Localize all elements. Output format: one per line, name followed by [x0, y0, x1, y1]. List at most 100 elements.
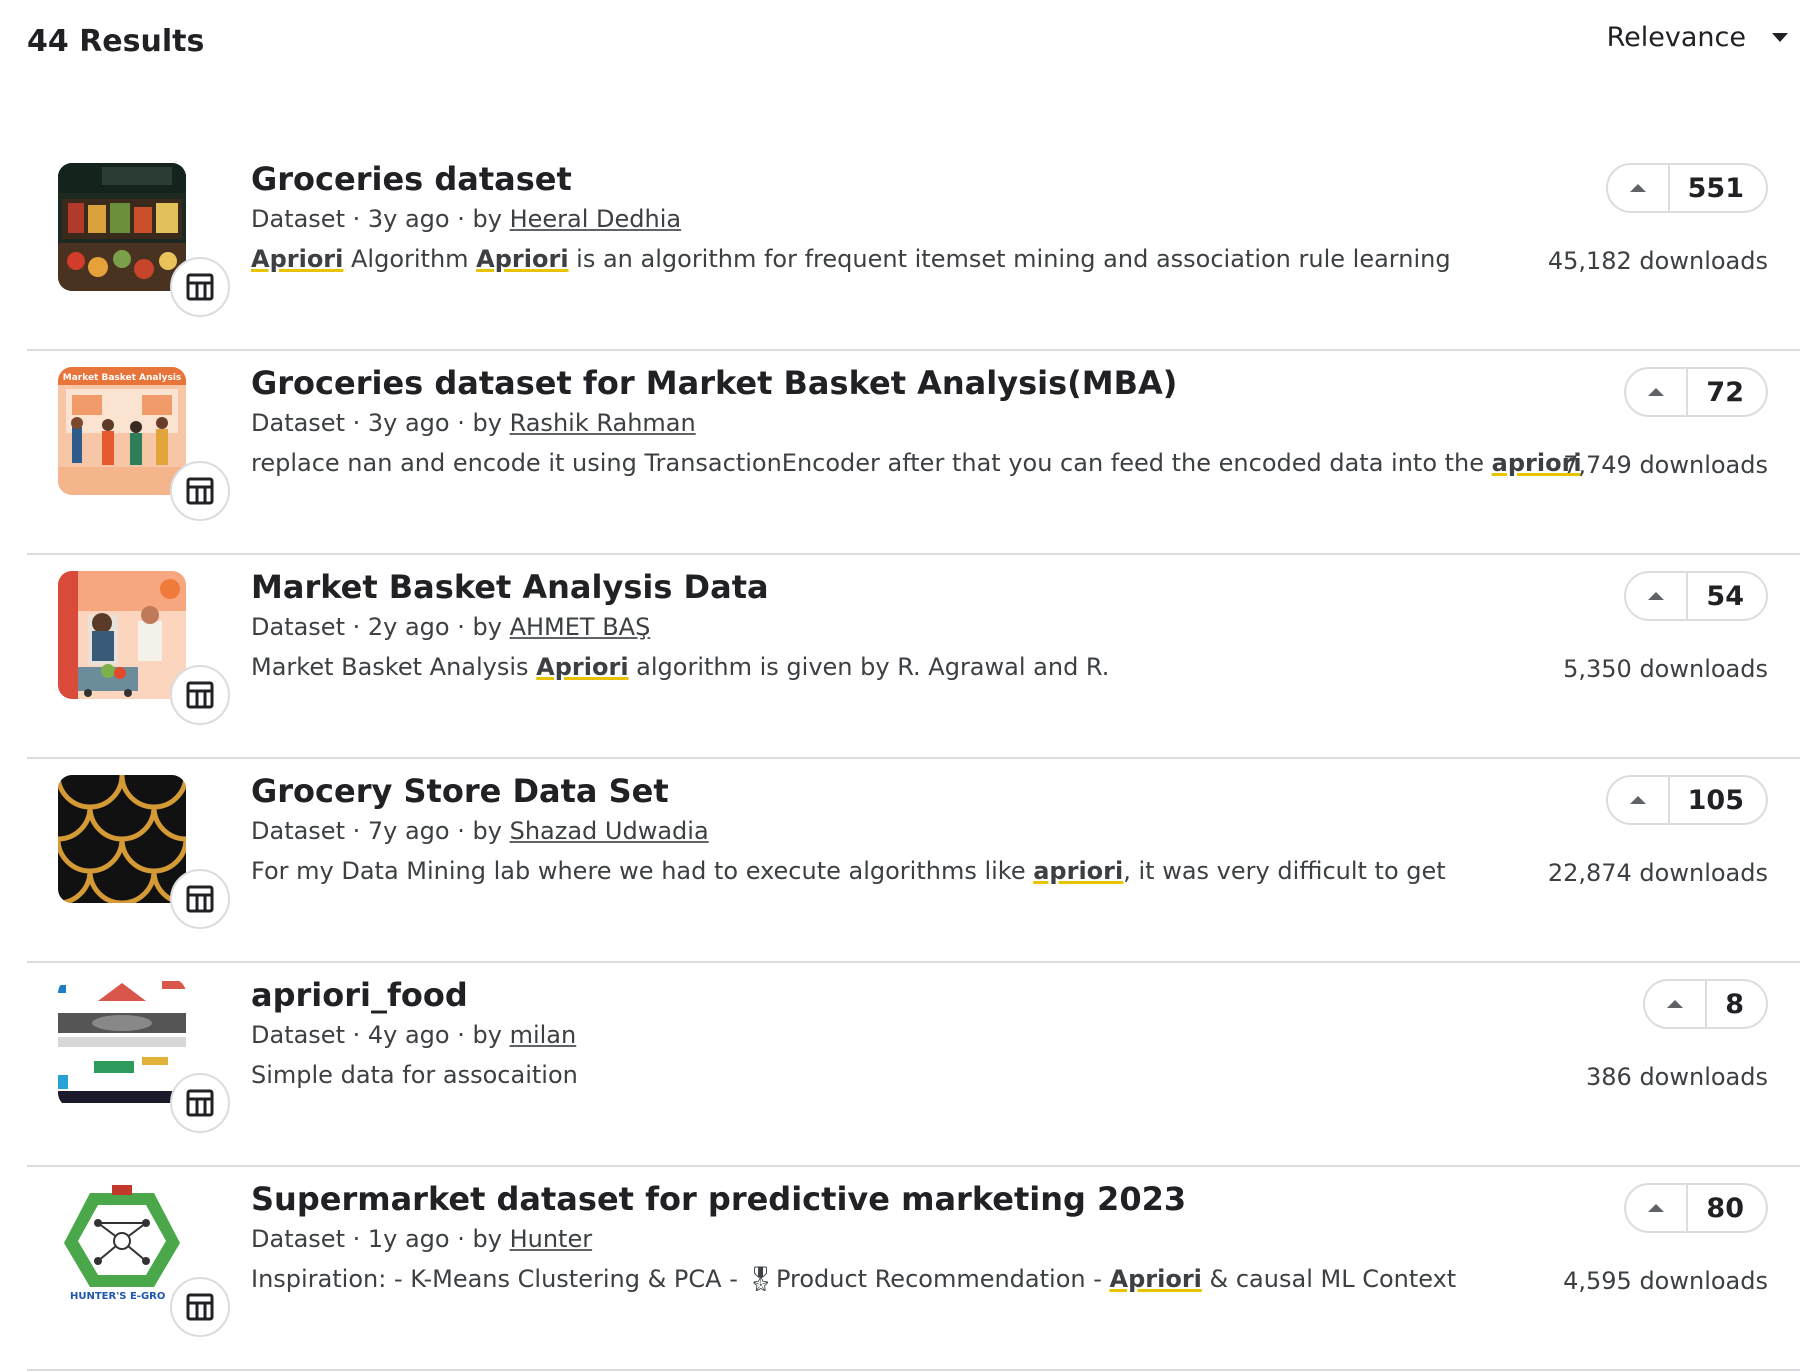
result-thumbnail[interactable]	[58, 979, 230, 1133]
result-thumbnail[interactable]	[58, 163, 230, 317]
search-results-page: 44 Results Relevance Groceries dataset Da…	[0, 0, 1815, 1371]
result-content: Groceries dataset Dataset · 3y ago · by H…	[251, 159, 1551, 279]
table-icon	[170, 257, 230, 317]
result-row[interactable]: Grocery Store Data Set Dataset · 7y ago ·…	[27, 759, 1800, 963]
result-age: 1y ago	[367, 1225, 450, 1253]
result-description: Apriori Algorithm Apriori is an algorith…	[251, 239, 1551, 279]
author-link[interactable]: Hunter	[510, 1225, 593, 1253]
result-description: replace nan and encode it using Transact…	[251, 443, 1582, 483]
download-count: 5,350 downloads	[1563, 655, 1768, 683]
result-type: Dataset	[251, 409, 345, 437]
result-type: Dataset	[251, 205, 345, 233]
result-by-label: by	[472, 409, 502, 437]
result-by-label: by	[472, 205, 502, 233]
result-row[interactable]: Market Basket Analysis Data Dataset · 2y …	[27, 555, 1800, 759]
vote-count: 8	[1725, 988, 1744, 1020]
result-row[interactable]: HUNTER'S E-GRO Supermarket dataset for pr…	[27, 1167, 1800, 1371]
result-content: Market Basket Analysis Data Dataset · 2y …	[251, 567, 1551, 687]
result-row[interactable]: Groceries dataset Dataset · 3y ago · by H…	[27, 147, 1800, 351]
result-by-label: by	[472, 817, 502, 845]
result-row[interactable]: Market Basket Analysis Groceries dataset …	[27, 351, 1800, 555]
result-title[interactable]: Supermarket dataset for predictive marke…	[251, 1179, 1551, 1219]
download-count: 4,595 downloads	[1563, 1267, 1768, 1295]
download-count: 22,874 downloads	[1547, 859, 1768, 887]
hunters-egrocery-logo-icon: HUNTER'S E-GRO	[58, 1183, 186, 1311]
result-title[interactable]: Groceries dataset for Market Basket Anal…	[251, 363, 1551, 403]
result-thumbnail[interactable]: Market Basket Analysis	[58, 367, 230, 521]
caret-up-icon	[1629, 184, 1646, 192]
description-text: Simple data for assocaition	[251, 1061, 578, 1089]
author-link[interactable]: Shazad Udwadia	[510, 817, 709, 845]
description-text: Inspiration: - K-Means Clustering & PCA …	[251, 1265, 746, 1293]
result-age: 7y ago	[367, 817, 450, 845]
result-age: 4y ago	[367, 1021, 450, 1049]
result-row[interactable]: apriori_food Dataset · 4y ago · by milan S…	[27, 963, 1800, 1167]
result-description: For my Data Mining lab where we had to e…	[251, 851, 1551, 891]
upvote-widget: 72	[1624, 367, 1768, 417]
download-count: 7,749 downloads	[1563, 451, 1768, 479]
result-thumbnail[interactable]	[58, 775, 230, 929]
food-collage-icon	[58, 979, 186, 1107]
table-icon	[170, 1073, 230, 1133]
result-title[interactable]: Groceries dataset	[251, 159, 1551, 199]
description-text: , it was very difficult to get	[1123, 857, 1446, 885]
author-link[interactable]: Heeral Dedhia	[510, 205, 682, 233]
result-by-label: by	[472, 1021, 502, 1049]
result-meta: Dataset · 1y ago · by Hunter	[251, 1225, 593, 1253]
author-link[interactable]: Rashik Rahman	[510, 409, 696, 437]
result-description: Simple data for assocaition	[251, 1055, 1551, 1095]
vote-count: 105	[1687, 784, 1744, 816]
results-header: 44 Results Relevance	[0, 0, 1815, 100]
table-icon	[170, 1277, 230, 1337]
sort-dropdown[interactable]: Relevance	[1607, 22, 1788, 53]
description-text: algorithm is given by R. Agrawal and R.	[628, 653, 1110, 681]
author-link[interactable]: milan	[510, 1021, 577, 1049]
result-meta: Dataset · 7y ago · by Shazad Udwadia	[251, 817, 709, 845]
upvote-button[interactable]	[1645, 981, 1708, 1027]
description-text: Market Basket Analysis	[251, 653, 537, 681]
result-by-label: by	[472, 1225, 502, 1253]
caret-up-icon	[1648, 1204, 1665, 1212]
download-count: 386 downloads	[1586, 1063, 1768, 1091]
upvote-widget: 105	[1605, 775, 1768, 825]
result-type: Dataset	[251, 817, 345, 845]
upvote-button[interactable]	[1626, 1185, 1689, 1231]
upvote-widget: 54	[1624, 571, 1768, 621]
caret-up-icon	[1648, 592, 1665, 600]
search-term-highlight: apriori	[1033, 857, 1124, 885]
description-text: Algorithm	[343, 245, 477, 273]
result-age: 2y ago	[367, 613, 450, 641]
vote-count: 551	[1687, 172, 1744, 204]
table-icon	[170, 461, 230, 521]
svg-text:Market Basket Analysis: Market Basket Analysis	[63, 373, 182, 383]
result-title[interactable]: apriori_food	[251, 975, 1551, 1015]
upvote-button[interactable]	[1608, 165, 1670, 211]
result-type: Dataset	[251, 613, 345, 641]
upvote-button[interactable]	[1608, 777, 1670, 823]
table-icon	[170, 665, 230, 725]
vote-count: 72	[1706, 376, 1744, 408]
sort-label: Relevance	[1606, 22, 1746, 53]
caret-up-icon	[1629, 796, 1646, 804]
result-meta: Dataset · 4y ago · by milan	[251, 1021, 577, 1049]
result-description: Market Basket Analysis Apriori algorithm…	[251, 647, 1551, 687]
author-link[interactable]: AHMET BAŞ	[510, 613, 651, 641]
result-description: Inspiration: - K-Means Clustering & PCA …	[251, 1259, 1551, 1299]
result-content: apriori_food Dataset · 4y ago · by milan S…	[251, 975, 1551, 1095]
result-type: Dataset	[251, 1021, 345, 1049]
result-thumbnail[interactable]	[58, 571, 230, 725]
results-list: Groceries dataset Dataset · 3y ago · by H…	[27, 147, 1800, 1371]
upvote-widget: 80	[1624, 1183, 1768, 1233]
caret-up-icon	[1648, 388, 1665, 396]
result-title[interactable]: Grocery Store Data Set	[251, 771, 1551, 811]
result-age: 3y ago	[367, 409, 450, 437]
search-term-highlight: Apriori	[476, 245, 569, 273]
description-text: & causal ML Context	[1201, 1265, 1457, 1293]
upvote-button[interactable]	[1626, 369, 1689, 415]
result-thumbnail[interactable]: HUNTER'S E-GRO	[58, 1183, 230, 1337]
result-meta: Dataset · 3y ago · by Rashik Rahman	[251, 409, 696, 437]
upvote-button[interactable]	[1626, 573, 1689, 619]
result-content: Groceries dataset for Market Basket Anal…	[251, 363, 1582, 483]
upvote-widget: 8	[1643, 979, 1768, 1029]
result-title[interactable]: Market Basket Analysis Data	[251, 567, 1551, 607]
